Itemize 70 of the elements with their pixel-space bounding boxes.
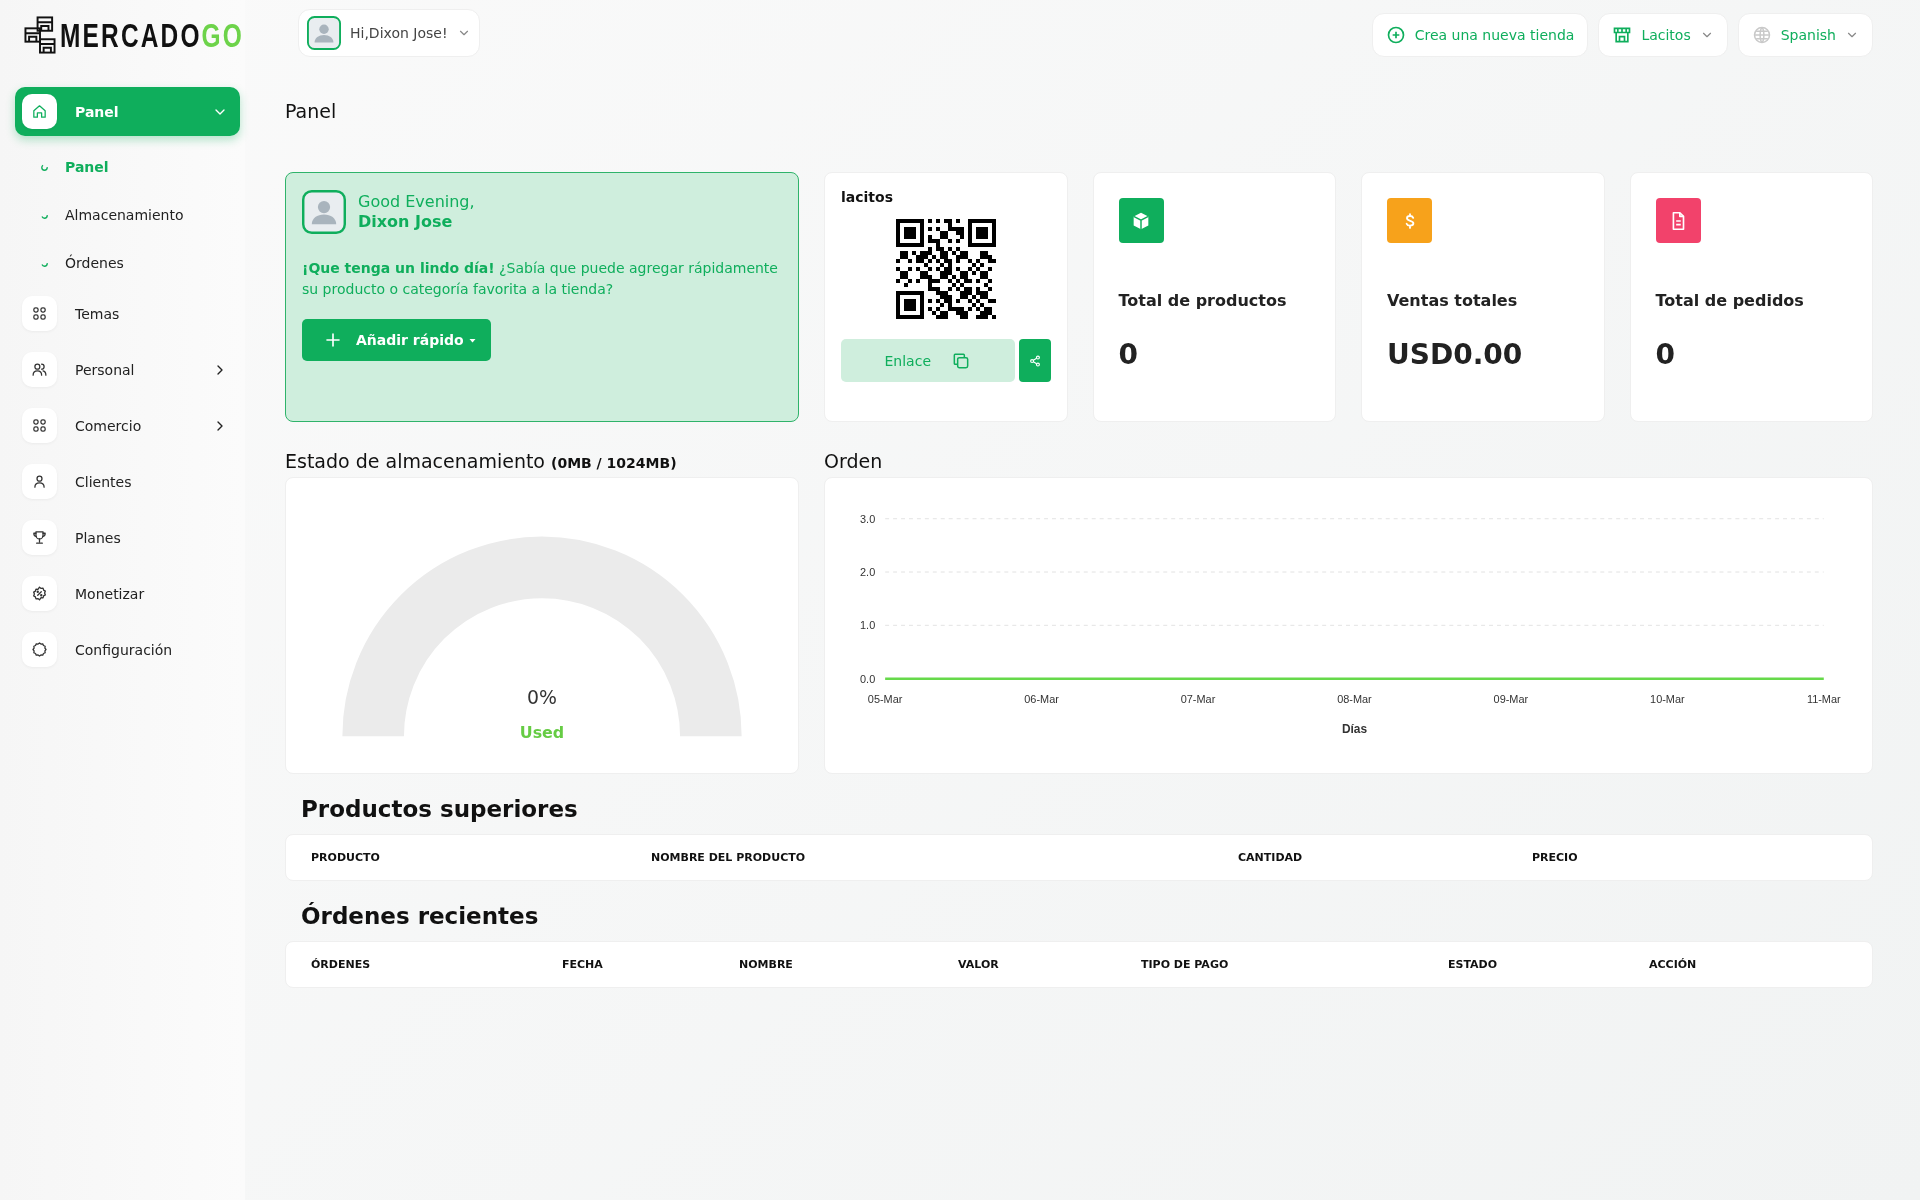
x-tick-label: 07-Mar — [1180, 693, 1216, 706]
gear-icon — [31, 641, 48, 658]
y-tick-label: 3.0 — [860, 512, 876, 525]
x-tick-label: 09-Mar — [1493, 693, 1529, 706]
submenu-item[interactable]: Almacenamiento — [15, 191, 245, 239]
section-title: Estado de almacenamiento — [285, 450, 545, 472]
section-title: Orden — [824, 450, 883, 472]
sidebar-item[interactable]: Configuración — [15, 625, 240, 674]
store-icon — [1612, 25, 1633, 45]
column-header: VALOR — [958, 958, 1000, 971]
column-header: PRECIO — [1532, 851, 1579, 864]
welcome-message: ¡Que tenga un lindo día! ¿Sabía que puede agregar rápidamente su producto o categoría favorita a la tienda? — [302, 259, 779, 299]
storage-usage: (0MB / 1024MB) — [551, 455, 677, 471]
stat-label: Total de productos — [1118, 291, 1288, 310]
plus-icon — [324, 331, 342, 349]
x-tick-label: 11-Mar — [1806, 693, 1841, 706]
section-title: Órdenes recientes — [301, 903, 540, 929]
column-header: ACCIÓN — [1649, 958, 1698, 971]
share-button[interactable] — [1018, 339, 1051, 382]
gauge-caption: Used — [519, 723, 565, 743]
page-title: Panel — [285, 100, 338, 122]
grid-icon — [31, 305, 48, 322]
sidebar-item[interactable]: Temas — [15, 289, 240, 338]
trophy-icon — [31, 529, 48, 546]
x-tick-label: 08-Mar — [1337, 693, 1372, 706]
sidebar-item[interactable]: Monetizar — [15, 569, 240, 618]
sidebar-item[interactable]: Planes — [15, 513, 240, 562]
x-tick-label: 10-Mar — [1650, 693, 1685, 706]
grid-icon — [31, 417, 48, 434]
y-tick-label: 0.0 — [860, 672, 876, 685]
avatar-icon — [302, 190, 346, 234]
dot-icon — [40, 162, 49, 172]
stat-label: Total de pedidos — [1655, 291, 1805, 310]
y-tick-label: 1.0 — [860, 619, 876, 632]
column-header: PRODUCTO — [311, 851, 381, 864]
column-header: ÓRDENES — [311, 958, 372, 971]
column-header: CANTIDAD — [1238, 851, 1304, 864]
x-tick-label: 06-Mar — [1024, 693, 1059, 706]
column-header: NOMBRE DEL PRODUCTO — [651, 851, 807, 864]
globe-icon — [1751, 25, 1772, 45]
column-header: ESTADO — [1448, 958, 1499, 971]
avatar-icon — [307, 16, 341, 50]
users-icon — [31, 361, 48, 378]
sidebar-item[interactable]: Personal — [15, 345, 240, 394]
column-header: TIPO DE PAGO — [1141, 958, 1230, 971]
gauge-percent: 0% — [527, 686, 557, 709]
store-cluster-icon — [22, 15, 58, 55]
sidebar-item[interactable]: Clientes — [15, 457, 240, 506]
plus-circle-icon — [1385, 25, 1406, 45]
user-name: Dixon Jose — [358, 212, 454, 232]
stat-label: Ventas totales — [1387, 291, 1519, 310]
home-icon — [31, 103, 48, 120]
x-tick-label: 05-Mar — [867, 693, 903, 706]
stat-value: 0 — [1118, 338, 1139, 371]
percent-badge-icon — [31, 585, 48, 602]
stat-value: 0 — [1655, 338, 1676, 371]
store-name: lacitos — [841, 189, 894, 205]
user-icon — [31, 473, 48, 490]
x-axis-title: Días — [1341, 722, 1368, 737]
sidebar-item[interactable]: Comercio — [15, 401, 240, 450]
share-icon — [1027, 353, 1042, 368]
section-title: Productos superiores — [301, 796, 579, 822]
column-header: NOMBRE — [739, 958, 794, 971]
y-tick-label: 2.0 — [860, 566, 876, 578]
column-header: FECHA — [562, 958, 604, 971]
submenu-item[interactable]: Órdenes — [15, 239, 245, 287]
stat-value: USD0.00 — [1387, 338, 1524, 371]
greeting-text: Good Evening, — [358, 192, 475, 212]
user-menu[interactable]: Hi,Dixon Jose! — [298, 9, 480, 57]
logo[interactable]: MERCADOGO — [22, 15, 266, 55]
